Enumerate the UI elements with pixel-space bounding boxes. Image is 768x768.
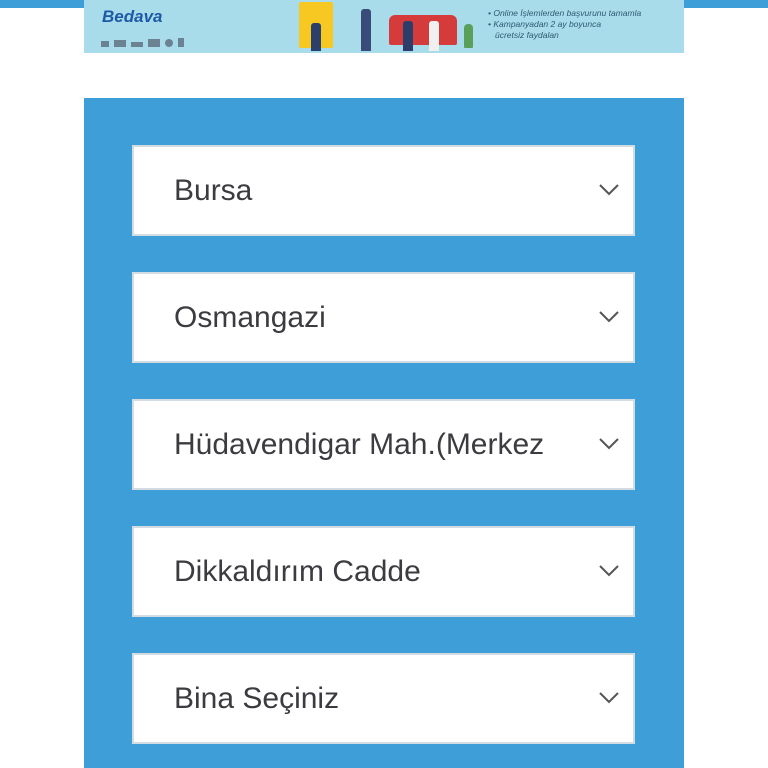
camera-icon (165, 39, 173, 47)
neighborhood-select[interactable]: Hüdavendigar Mah.(Merkez (132, 399, 635, 490)
chevron-down-icon (599, 565, 619, 577)
sofa-illustration (389, 15, 457, 45)
chevron-down-icon (599, 438, 619, 450)
building-select[interactable]: Bina Seçiniz (132, 653, 635, 744)
chevron-down-icon (599, 184, 619, 196)
banner-bullet: ücretsiz faydalan (495, 30, 559, 40)
tv-icon (131, 42, 143, 47)
banner-bullet: • Kampanyadan 2 ay boyunca (488, 19, 602, 29)
banner-brand: Bedava (102, 7, 163, 26)
neighborhood-select-value: Hüdavendigar Mah.(Merkez (174, 427, 545, 461)
laptop-icon (114, 40, 126, 47)
device-icons (101, 38, 184, 47)
district-select-value: Osmangazi (174, 300, 326, 334)
banner-bullet: • Online İşlemlerden başvurunu tamamla (488, 8, 642, 18)
district-select[interactable]: Osmangazi (132, 272, 635, 363)
plant-illustration (464, 24, 473, 48)
person-figure (311, 23, 321, 51)
street-select-value: Dikkaldırım Cadde (174, 554, 421, 588)
banner-bullets: • Online İşlemlerden başvurunu tamamla •… (488, 8, 678, 41)
building-select-value: Bina Seçiniz (174, 681, 340, 715)
person-figure (403, 21, 413, 51)
router-icon (101, 41, 109, 47)
person-figure (429, 21, 439, 51)
promo-banner[interactable]: Bedava • Online İşlemlerden başvurunu ta… (84, 0, 684, 53)
person-figure (361, 9, 371, 51)
chevron-down-icon (599, 311, 619, 323)
chevron-down-icon (599, 692, 619, 704)
city-select[interactable]: Bursa (132, 145, 635, 236)
city-select-value: Bursa (174, 173, 253, 207)
monitor-icon (148, 39, 160, 47)
street-select[interactable]: Dikkaldırım Cadde (132, 526, 635, 617)
banner-illustration (299, 0, 479, 53)
phone-icon (178, 38, 184, 47)
